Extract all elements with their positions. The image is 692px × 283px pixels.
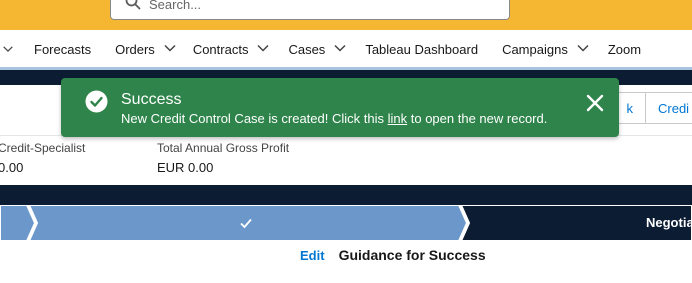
field-value: EUR 0.00 xyxy=(157,160,214,175)
guidance-title: Guidance for Success xyxy=(338,247,486,263)
path-stage-completed xyxy=(0,205,37,241)
app-nav-bar: Forecasts Orders Contracts Cases Tableau… xyxy=(0,30,692,68)
credit-action-button[interactable]: Credi xyxy=(646,92,692,124)
path-stage-label[interactable]: Negotia xyxy=(646,215,692,230)
nav-item-label: Contracts xyxy=(192,41,249,57)
toast-message: New Credit Control Case is created! Clic… xyxy=(121,111,547,126)
nav-item-zoom[interactable]: Zoom xyxy=(608,30,641,68)
nav-item-label: Zoom xyxy=(607,41,642,57)
nav-item-contracts[interactable]: Contracts xyxy=(193,30,271,68)
nav-item-orders[interactable]: Orders xyxy=(115,30,177,68)
success-toast: Success New Credit Control Case is creat… xyxy=(61,78,619,137)
edit-guidance-link[interactable]: Edit xyxy=(300,248,325,263)
chevron-down-icon[interactable] xyxy=(155,41,177,58)
toast-title: Success xyxy=(121,91,182,108)
success-check-icon xyxy=(85,90,108,113)
credit-specialist-field: Credit-Specialist 0.00 xyxy=(0,141,85,175)
guidance-section: Edit Guidance for Success xyxy=(300,247,486,263)
toast-message-text: to open the new record. xyxy=(410,111,548,126)
nav-item-label: Tableau Dashboard xyxy=(365,41,479,57)
search-input[interactable] xyxy=(149,0,489,12)
field-label: Total Annual Gross Profit xyxy=(157,141,290,155)
nav-item-label: Forecasts xyxy=(34,41,92,57)
global-header xyxy=(0,0,692,30)
nav-item-label: Cases xyxy=(288,41,326,57)
chevron-down-icon[interactable] xyxy=(325,41,347,58)
app-root: Forecasts Orders Contracts Cases Tableau… xyxy=(0,0,692,283)
sales-path: Negotia xyxy=(0,205,692,241)
nav-item-tableau-dashboard[interactable]: Tableau Dashboard xyxy=(365,30,478,68)
check-icon xyxy=(238,215,254,231)
chevron-down-icon[interactable] xyxy=(568,41,590,58)
nav-item-campaigns[interactable]: Campaigns xyxy=(502,30,590,68)
field-label: Credit-Specialist xyxy=(0,141,86,155)
global-search[interactable] xyxy=(110,0,510,20)
nav-item-label: Orders xyxy=(115,41,155,57)
nav-item-cases[interactable]: Cases xyxy=(288,30,347,68)
nav-item-label: Campaigns xyxy=(502,41,568,57)
total-annual-gross-profit-field: Total Annual Gross Profit EUR 0.00 xyxy=(157,141,289,175)
page-background-band xyxy=(0,185,692,205)
search-icon xyxy=(125,0,141,15)
field-value: 0.00 xyxy=(0,160,24,175)
nav-menu-chevron-icon[interactable] xyxy=(0,42,14,56)
toast-record-link[interactable]: link xyxy=(388,111,408,126)
nav-item-forecasts[interactable]: Forecasts xyxy=(34,30,91,68)
close-icon[interactable] xyxy=(585,93,605,113)
chevron-down-icon[interactable] xyxy=(248,41,270,58)
toast-message-text: New Credit Control Case is created! Clic… xyxy=(121,111,384,126)
